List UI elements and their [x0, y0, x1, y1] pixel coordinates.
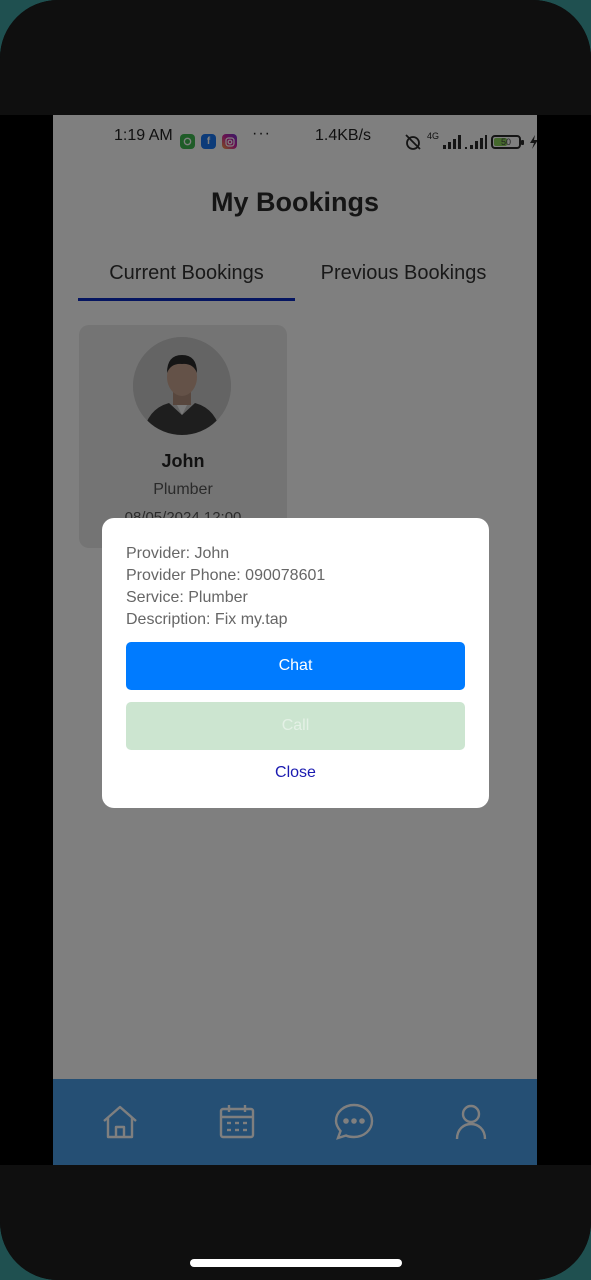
provider-phone: Provider Phone: 090078601	[126, 567, 326, 584]
booking-details-dialog: Provider: John Provider Phone: 090078601…	[102, 518, 489, 808]
app-screen: 1:19 AM f ··· 1.4KB/s 4G	[53, 115, 537, 1165]
home-indicator[interactable]	[190, 1259, 402, 1267]
description-info: Description: Fix my.tap	[126, 611, 288, 628]
top-bezel	[0, 0, 591, 115]
left-bezel	[0, 115, 53, 1165]
close-button[interactable]: Close	[102, 764, 489, 782]
right-bezel	[537, 115, 591, 1165]
call-button[interactable]: Call	[126, 702, 465, 750]
device-frame: 1:19 AM f ··· 1.4KB/s 4G	[0, 0, 591, 1280]
provider-info: Provider: John	[126, 545, 230, 562]
chat-button[interactable]: Chat	[126, 642, 465, 690]
service-info: Service: Plumber	[126, 589, 248, 606]
